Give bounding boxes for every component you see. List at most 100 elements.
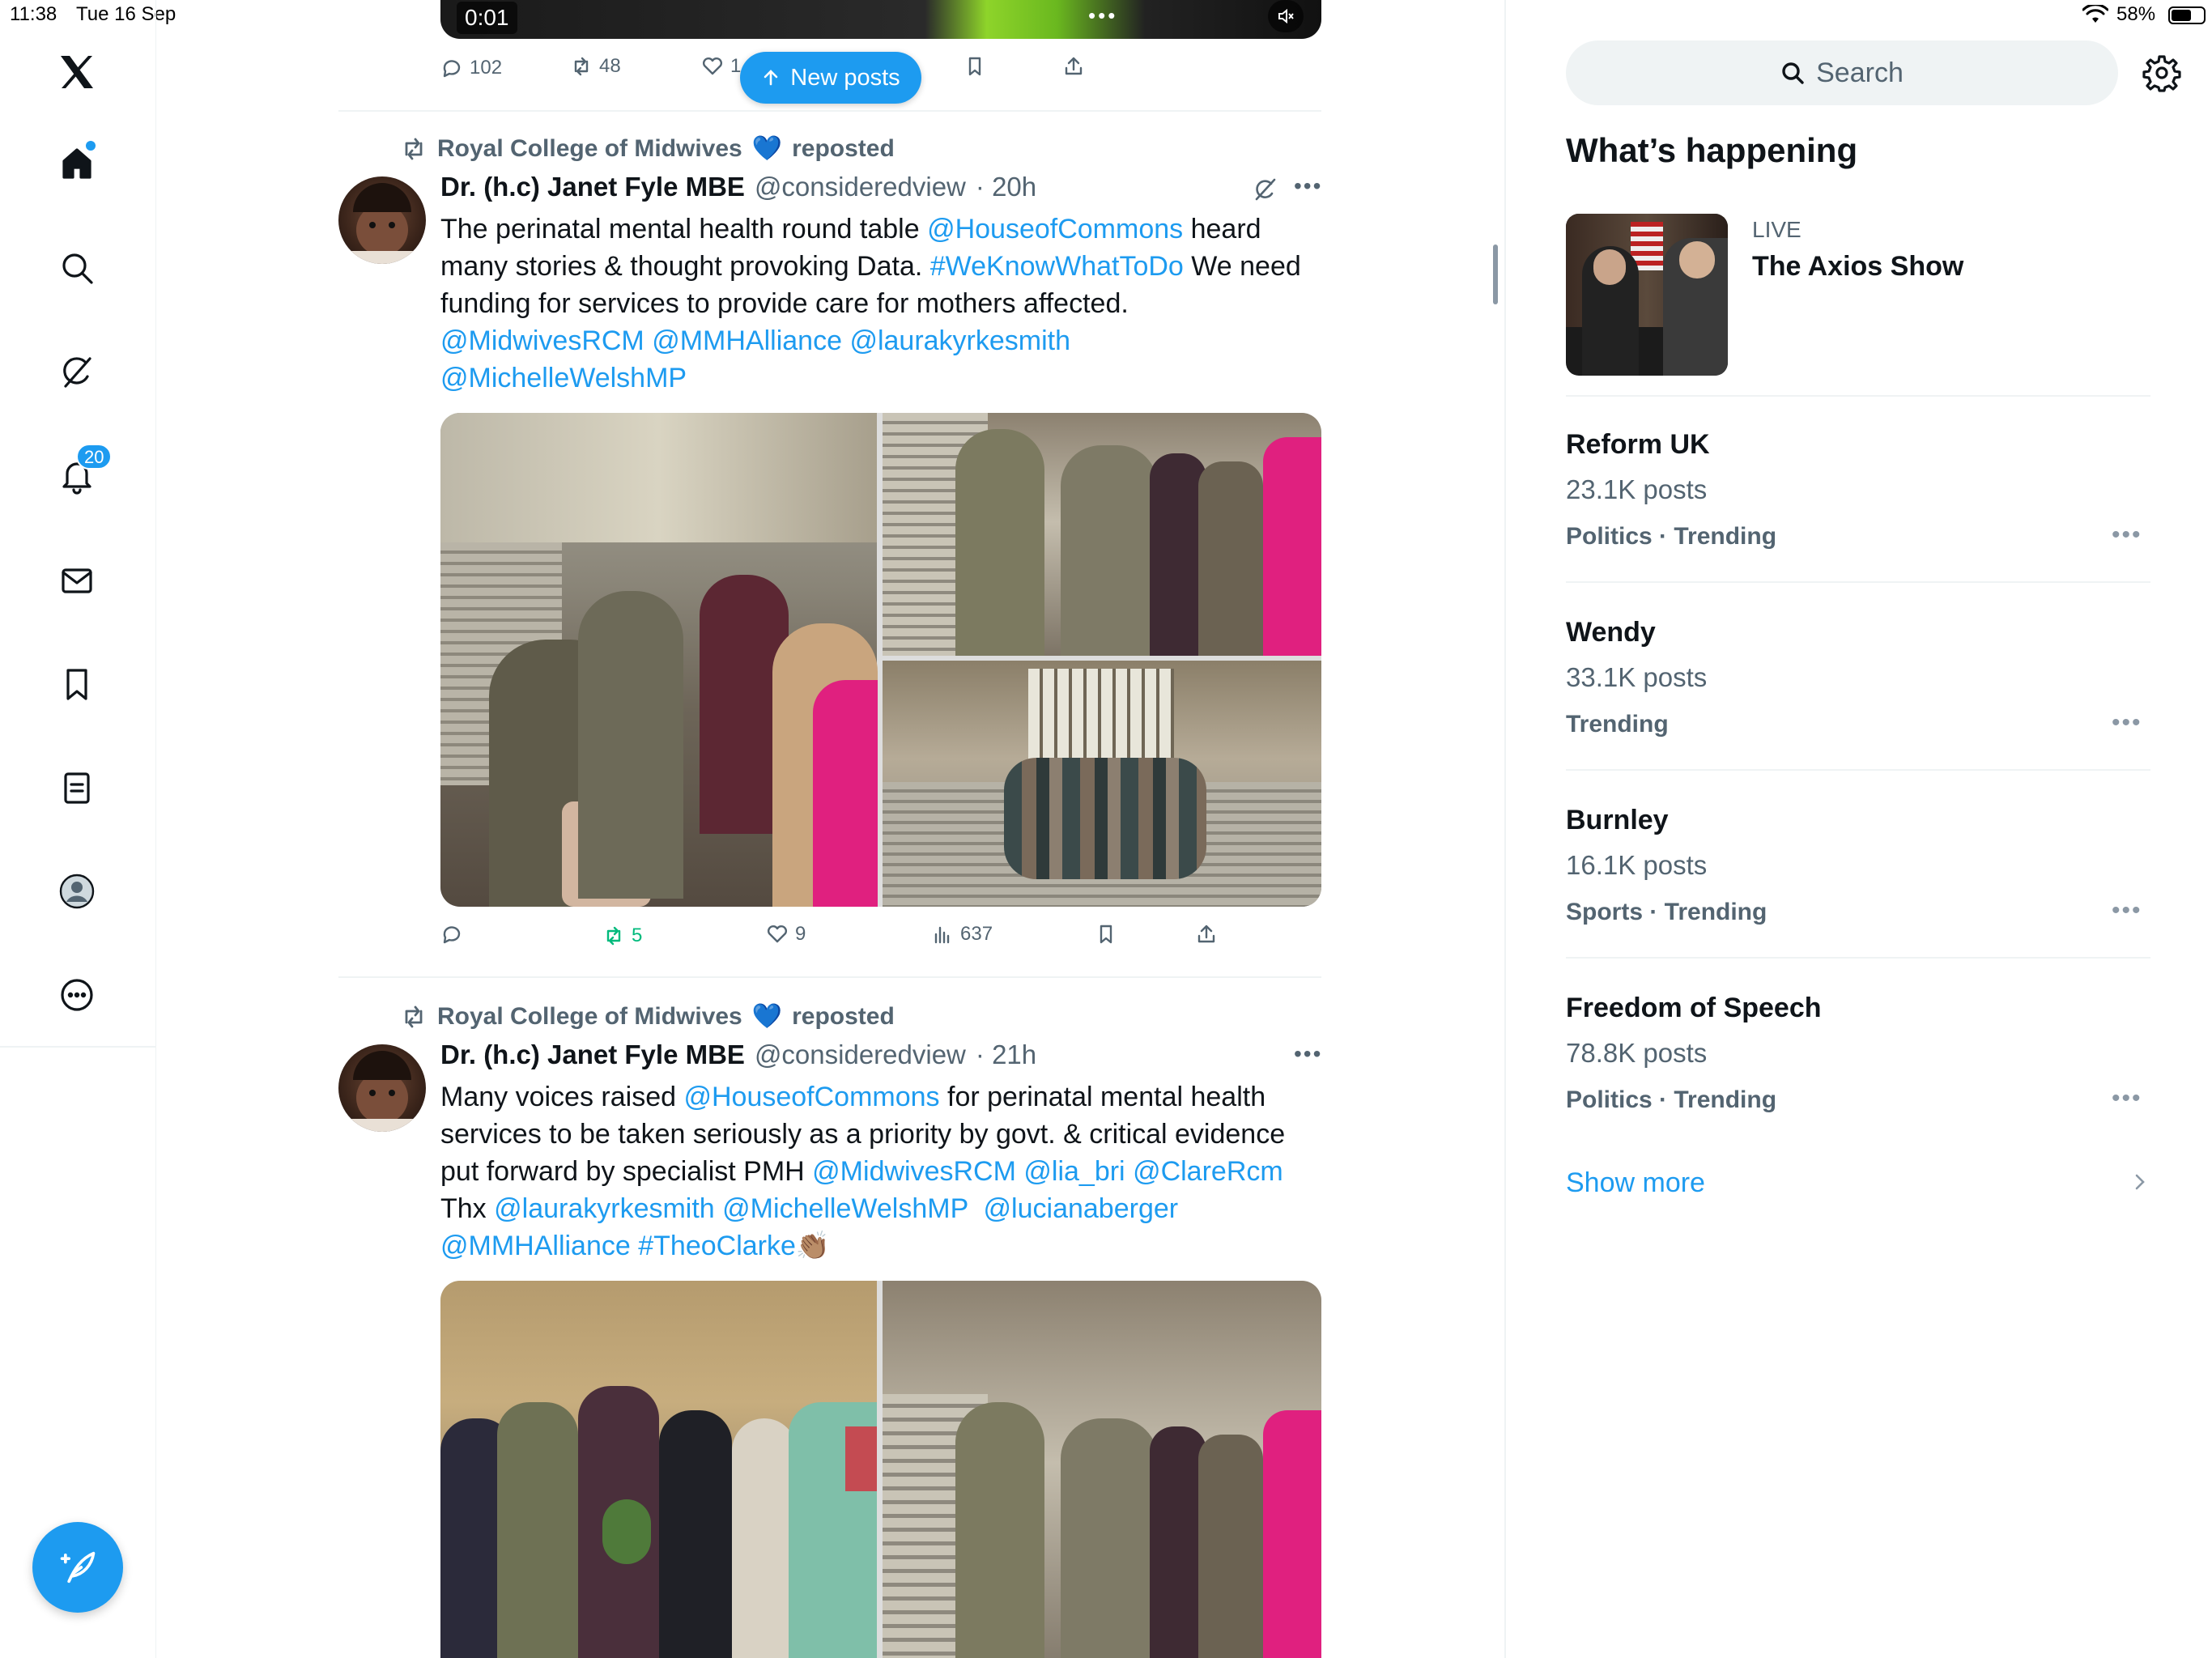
feed-scrollbar-thumb[interactable]: [1493, 244, 1498, 304]
arrow-up-icon: [764, 70, 778, 86]
grok-icon[interactable]: [49, 343, 105, 400]
battery-percent: 58%: [2116, 3, 2156, 25]
live-title[interactable]: The Axios Show: [1752, 251, 1963, 283]
x-logo-icon[interactable]: [49, 44, 105, 100]
tweet-text-span: [644, 325, 652, 356]
whats-happening-heading: What’s happening: [1566, 131, 1858, 169]
search-icon[interactable]: [49, 240, 105, 296]
trend-2-more-icon[interactable]: •••: [2112, 709, 2142, 737]
tweet-text-line: @MichelleWelshMP: [440, 359, 1339, 397]
new-posts-pill-button[interactable]: New posts: [740, 52, 921, 104]
trend-1-name[interactable]: Reform UK: [1566, 429, 1710, 461]
sidebar-divider: [0, 1046, 156, 1048]
author-name[interactable]: Dr. (h.c) Janet Fyle MBE: [440, 1039, 745, 1070]
post-1-bookmark-button[interactable]: [1095, 923, 1117, 946]
tweet-text-span: 👏🏽: [795, 1231, 831, 1261]
post-2-repost-context[interactable]: Royal College of Midwives 💙 reposted: [400, 1002, 895, 1031]
more-options-icon[interactable]: [49, 967, 105, 1023]
bookmarks-icon[interactable]: [49, 656, 105, 712]
author-handle[interactable]: @consideredview: [755, 172, 966, 202]
tweet-text-line: Many voices raised @HouseofCommons for p…: [440, 1078, 1339, 1116]
tweet-link[interactable]: #WeKnowWhatToDo: [930, 251, 1184, 282]
search-field[interactable]: Search: [1566, 40, 2118, 105]
bookmark-icon: [1100, 925, 1112, 944]
post-2-author-avatar[interactable]: [338, 1044, 426, 1132]
post-1-share-button[interactable]: [1195, 923, 1218, 946]
home-icon[interactable]: [49, 134, 105, 191]
tweet-link[interactable]: @MMHAlliance: [440, 1231, 631, 1261]
top-post-share-button[interactable]: [1062, 55, 1085, 78]
tweet-link[interactable]: @MichelleWelshMP: [440, 363, 687, 393]
post-time[interactable]: · 20h: [976, 172, 1036, 202]
top-post-repost-button[interactable]: 48: [570, 55, 621, 78]
grok-explain-icon[interactable]: [1252, 176, 1278, 202]
trend-4-more-icon[interactable]: •••: [2112, 1085, 2142, 1112]
top-post-like-button[interactable]: 1: [701, 55, 741, 78]
post-1-photo-grid[interactable]: [440, 413, 1321, 907]
trend-2-name[interactable]: Wendy: [1566, 617, 1656, 648]
top-post-reply-button[interactable]: 102: [440, 57, 502, 79]
left-sidebar: 20: [0, 0, 156, 1658]
post-1-photo-3[interactable]: [883, 661, 1321, 907]
author-handle[interactable]: @consideredview: [755, 1039, 966, 1070]
video-more-icon[interactable]: •••: [1088, 3, 1117, 28]
tweet-link[interactable]: @HouseofCommons: [683, 1082, 939, 1112]
tweet-link[interactable]: @MidwivesRCM: [812, 1156, 1016, 1187]
top-post-video[interactable]: 0:01 •••: [440, 0, 1321, 39]
post-2-photo-2[interactable]: [883, 1281, 1321, 1658]
reposted-label: reposted: [792, 134, 895, 162]
post-2-photo-grid[interactable]: [440, 1281, 1321, 1658]
notifications-bell-icon[interactable]: 20: [49, 444, 113, 504]
lists-icon[interactable]: [49, 759, 105, 816]
top-post-bookmark-button[interactable]: [963, 55, 986, 78]
post-2-more-icon[interactable]: •••: [1294, 1041, 1322, 1067]
tweet-link[interactable]: @ClareRcm: [1133, 1156, 1283, 1187]
tweet-text-line: The perinatal mental health round table …: [440, 210, 1339, 248]
settings-gear-icon[interactable]: [2142, 53, 2181, 92]
post-1-repost-context[interactable]: Royal College of Midwives 💙 reposted: [400, 134, 895, 163]
tweet-link[interactable]: @MichelleWelshMP: [722, 1193, 968, 1224]
post-1-author-avatar[interactable]: [338, 176, 426, 264]
post-1-more-icon[interactable]: •••: [1294, 173, 1322, 199]
post-1-photo-1[interactable]: [440, 413, 878, 907]
post-1-views-button[interactable]: 637: [931, 923, 993, 946]
show-more-link[interactable]: Show more: [1566, 1167, 1705, 1199]
tweet-link[interactable]: @laurakyrkesmith: [849, 325, 1070, 356]
post-time[interactable]: · 21h: [976, 1039, 1036, 1070]
mute-icon[interactable]: [1268, 0, 1304, 32]
tweet-link[interactable]: #TheoClarke: [638, 1231, 796, 1261]
home-unread-dot: [86, 141, 96, 151]
trend-1-more-icon[interactable]: •••: [2112, 521, 2142, 549]
trend-divider: [1566, 769, 2150, 771]
tweet-link[interactable]: @lia_bri: [1023, 1156, 1125, 1187]
post-1-repost-button[interactable]: 5: [602, 925, 642, 947]
tweet-link[interactable]: @MidwivesRCM: [440, 325, 644, 356]
post-2-photo-1[interactable]: [440, 1281, 877, 1658]
trend-3-more-icon[interactable]: •••: [2112, 897, 2142, 925]
post-1-reply-button[interactable]: [440, 923, 470, 946]
repost-count: 5: [632, 925, 643, 946]
search-placeholder: Search: [1816, 57, 1904, 88]
repost-icon: [574, 57, 589, 76]
messages-envelope-icon[interactable]: [49, 552, 105, 609]
reposted-label: reposted: [792, 1002, 895, 1030]
post-divider: [338, 110, 1321, 112]
author-name[interactable]: Dr. (h.c) Janet Fyle MBE: [440, 172, 745, 202]
trend-4-name[interactable]: Freedom of Speech: [1566, 993, 1822, 1024]
compose-post-button[interactable]: [32, 1522, 123, 1613]
tweet-link[interactable]: @HouseofCommons: [927, 214, 1183, 244]
live-thumbnail[interactable]: [1566, 214, 1728, 376]
share-icon: [1197, 925, 1215, 943]
tweet-link[interactable]: @MMHAlliance: [652, 325, 842, 356]
post-1-photo-2[interactable]: [883, 413, 1321, 656]
chevron-right-icon[interactable]: [2129, 1167, 2150, 1197]
tweet-link[interactable]: @laurakyrkesmith: [494, 1193, 715, 1224]
tweet-link[interactable]: @lucianaberger: [984, 1193, 1179, 1224]
compose-feather-icon: [60, 1551, 96, 1584]
new-posts-label: New posts: [790, 64, 900, 91]
trend-3-name[interactable]: Burnley: [1566, 805, 1669, 836]
post-divider: [338, 976, 1321, 978]
post-1-like-button[interactable]: 9: [766, 923, 806, 946]
profile-avatar-icon[interactable]: [49, 863, 105, 920]
heart-icon: [702, 57, 723, 75]
